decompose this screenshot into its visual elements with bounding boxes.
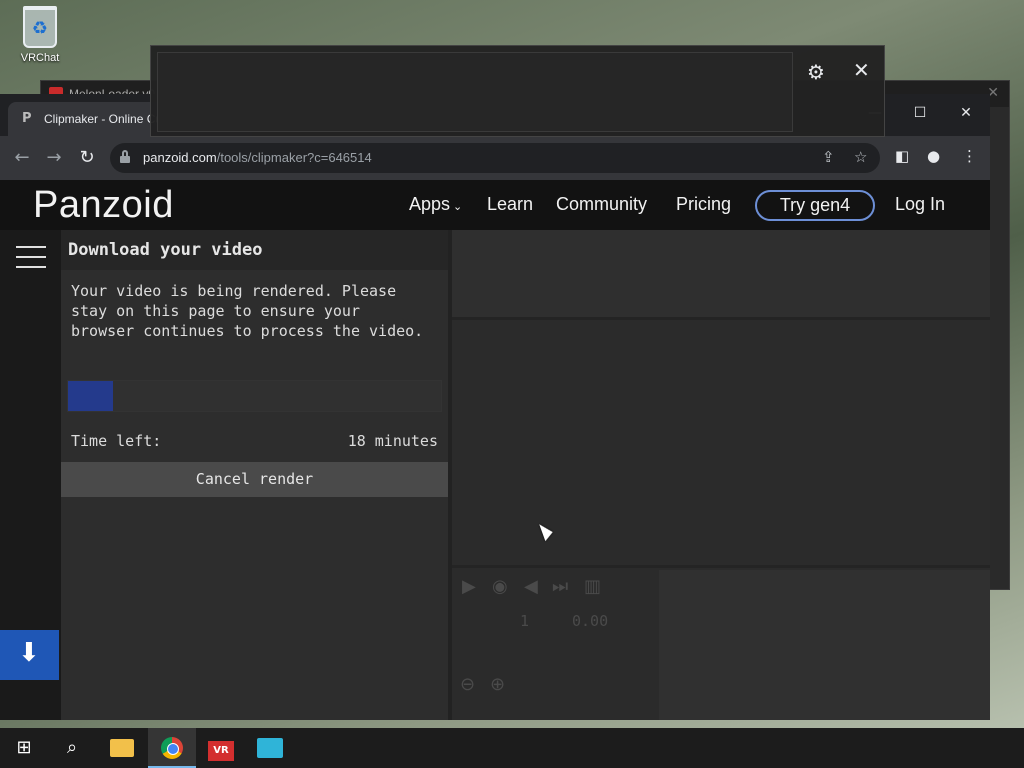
nav-community[interactable]: Community xyxy=(556,194,647,215)
gear-icon[interactable]: ⚙ xyxy=(807,60,825,84)
nav-apps[interactable]: Apps ⌄ xyxy=(409,194,462,215)
waveform-icon[interactable]: ▥ xyxy=(584,576,601,597)
file-explorer-icon[interactable] xyxy=(98,728,146,768)
panzoid-favicon-icon: P xyxy=(22,111,32,126)
cancel-render-button[interactable]: Cancel render xyxy=(61,462,448,497)
overlay-content xyxy=(157,52,793,132)
reload-icon[interactable]: ↻ xyxy=(75,146,99,170)
lock-icon xyxy=(120,150,130,163)
browser-window: P Clipmaker - Online Custom Int ✕ + — ☐ … xyxy=(0,94,990,720)
time-left-value: 18 minutes xyxy=(347,432,438,450)
app-taskbar-icon[interactable] xyxy=(246,728,294,768)
forward-icon[interactable]: → xyxy=(42,146,66,170)
chrome-icon[interactable] xyxy=(148,728,196,768)
recycle-bin-icon: ♻ xyxy=(23,6,57,48)
time-readout: 0.00 xyxy=(572,612,609,630)
desktop-icon-vrchat[interactable]: ♻ VRChat xyxy=(14,6,66,64)
zoom-out-icon[interactable]: ⊖ xyxy=(460,674,475,695)
address-bar[interactable]: panzoid.com/tools/clipmaker?c=646514 ⇪ ☆ xyxy=(110,143,880,173)
panzoid-logo[interactable]: Panzoid xyxy=(33,184,174,227)
download-icon: ⬇ xyxy=(18,638,40,668)
menu-kebab-icon[interactable]: ⋮ xyxy=(962,147,977,165)
desktop-icon-label: VRChat xyxy=(20,52,60,64)
close-icon[interactable]: ✕ xyxy=(853,58,870,82)
chevron-down-icon: ⌄ xyxy=(453,201,463,213)
panel-title: Download your video xyxy=(68,240,263,260)
play-icon[interactable]: ▶ xyxy=(462,576,476,597)
download-panel: Download your video Your video is being … xyxy=(61,230,448,720)
render-progress-fill xyxy=(68,381,113,411)
try-gen4-button[interactable]: Try gen4 xyxy=(755,190,875,221)
hamburger-menu-icon[interactable] xyxy=(16,246,46,268)
time-left-label: Time left: xyxy=(71,432,162,450)
nav-login[interactable]: Log In xyxy=(895,194,945,215)
share-icon[interactable]: ⇪ xyxy=(822,148,835,166)
preview-header-area xyxy=(452,230,990,320)
render-message: Your video is being rendered. Please sta… xyxy=(71,282,424,340)
overlay-dialog: ⚙ ✕ xyxy=(150,45,885,137)
window-close-icon[interactable]: ✕ xyxy=(943,98,989,128)
taskbar: ⊞ ⌕ VR xyxy=(0,728,1024,768)
panel-header: Download your video xyxy=(61,230,448,270)
loop-icon[interactable]: ◉ xyxy=(492,576,508,597)
side-rail: ⬇ xyxy=(0,230,61,720)
download-button[interactable]: ⬇ xyxy=(0,630,59,680)
video-preview[interactable] xyxy=(452,324,990,568)
nav-pricing[interactable]: Pricing xyxy=(676,194,731,215)
playback-controls: ▶ ◉ ◀ ⏭ ▥ 1 0.00 ⊖ ⊕ xyxy=(452,570,659,720)
side-panel-icon[interactable]: ◧ xyxy=(895,147,909,165)
render-progress-bar xyxy=(67,380,442,412)
skip-forward-icon[interactable]: ⏭ xyxy=(552,576,568,597)
timeline-area[interactable] xyxy=(659,570,990,720)
browser-toolbar: ← → ↻ panzoid.com/tools/clipmaker?c=6465… xyxy=(0,136,990,180)
search-icon[interactable]: ⌕ xyxy=(48,728,96,768)
site-navbar: Panzoid Apps ⌄ Learn Community Pricing Tr… xyxy=(0,180,990,230)
volume-icon[interactable]: ◀ xyxy=(524,576,538,597)
nav-learn[interactable]: Learn xyxy=(487,194,533,215)
maximize-icon[interactable]: ☐ xyxy=(897,98,943,128)
profile-icon[interactable]: ● xyxy=(927,147,940,165)
vrchat-taskbar-icon[interactable]: VR xyxy=(197,728,245,768)
zoom-in-icon[interactable]: ⊕ xyxy=(490,674,505,695)
frame-number: 1 xyxy=(520,612,530,630)
bookmark-star-icon[interactable]: ☆ xyxy=(854,148,867,166)
windows-start-icon[interactable]: ⊞ xyxy=(0,728,48,768)
url-text[interactable]: panzoid.com/tools/clipmaker?c=646514 xyxy=(143,150,372,165)
web-page: Panzoid Apps ⌄ Learn Community Pricing Tr… xyxy=(0,180,990,720)
back-icon[interactable]: ← xyxy=(10,146,34,170)
